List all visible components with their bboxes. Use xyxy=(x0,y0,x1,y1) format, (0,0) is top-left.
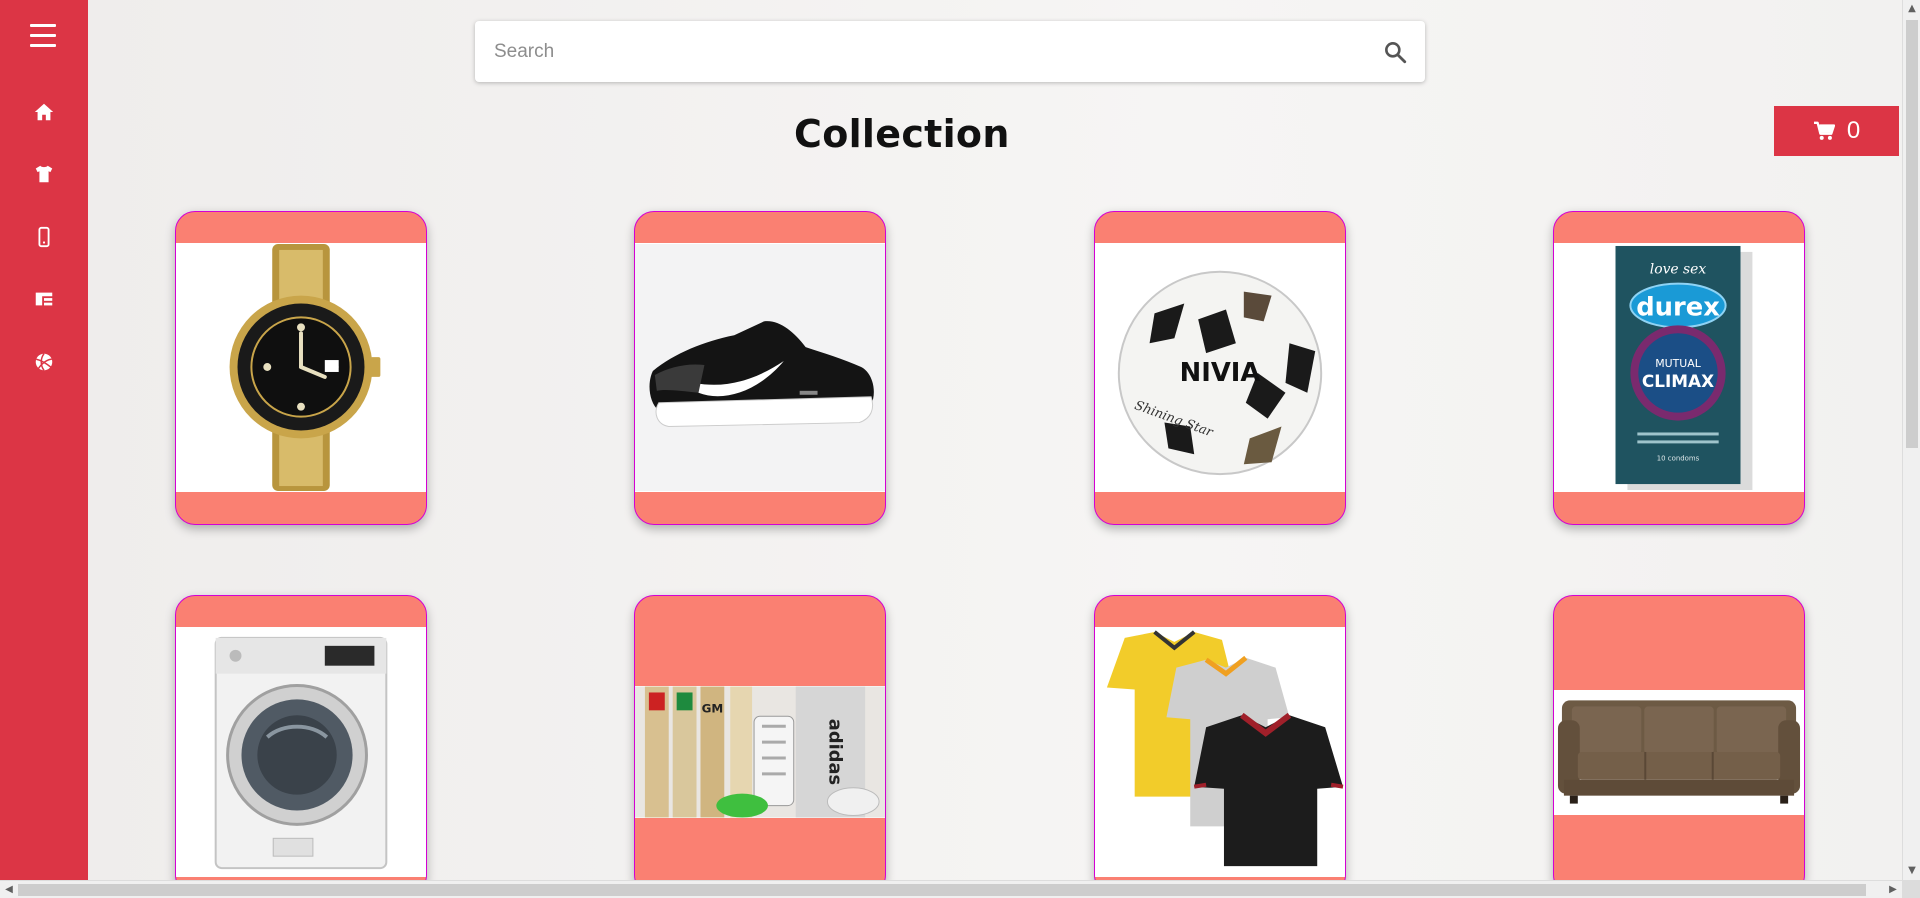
product-image-shoe xyxy=(635,243,885,492)
cricket-brand-label: adidas xyxy=(824,719,845,785)
sidebar-item-sports[interactable] xyxy=(0,340,88,384)
sidebar-item-appliances[interactable] xyxy=(0,277,88,321)
condom-count-label: 10 condoms xyxy=(1657,454,1700,462)
product-card-cricket-kit[interactable]: GM adidas xyxy=(634,595,886,880)
condom-top-label: love sex xyxy=(1650,262,1707,278)
horizontal-scrollbar-thumb[interactable] xyxy=(18,884,1866,896)
product-image-condom: love sex durex MUTUAL CLIMAX 10 condoms xyxy=(1554,243,1804,492)
product-card-watch[interactable] xyxy=(175,211,427,525)
scroll-left-icon[interactable]: ◀ xyxy=(0,881,18,898)
condom-line2-label: CLIMAX xyxy=(1642,371,1714,391)
main-content: Collection 0 xyxy=(88,0,1902,880)
vertical-scrollbar[interactable]: ▲ ▼ xyxy=(1902,0,1920,880)
condom-brand-label: durex xyxy=(1636,292,1720,322)
scroll-right-icon[interactable]: ▶ xyxy=(1884,881,1902,898)
menu-icon[interactable] xyxy=(27,24,59,50)
condom-line1-label: MUTUAL xyxy=(1655,357,1701,370)
search-button[interactable] xyxy=(1365,21,1425,82)
home-icon xyxy=(34,103,54,121)
football-brand-label: NIVIA xyxy=(1180,358,1261,388)
scroll-up-icon[interactable]: ▲ xyxy=(1903,0,1920,18)
mobile-icon xyxy=(38,226,50,248)
sidebar-item-mobiles[interactable] xyxy=(0,215,88,259)
horizontal-scrollbar[interactable]: ◀ ▶ xyxy=(0,880,1902,898)
product-card-sofa[interactable] xyxy=(1553,595,1805,880)
product-card-football[interactable]: NIVIA Shining Star xyxy=(1094,211,1346,525)
search-input[interactable] xyxy=(475,21,1365,82)
product-image-cricket-kit: GM adidas xyxy=(635,686,885,818)
tshirt-icon xyxy=(35,165,53,183)
product-card-polo-shirts[interactable] xyxy=(1094,595,1346,880)
product-image-football: NIVIA Shining Star xyxy=(1095,243,1345,492)
product-card-washing-machine[interactable] xyxy=(175,595,427,880)
sidebar-item-home[interactable] xyxy=(0,90,88,134)
product-image-watch xyxy=(176,243,426,492)
page-title: Collection xyxy=(794,112,1010,156)
scrollbar-corner xyxy=(1902,880,1920,898)
sidebar xyxy=(0,0,88,880)
search-icon xyxy=(1385,41,1407,63)
scroll-down-icon[interactable]: ▼ xyxy=(1903,862,1920,880)
vertical-scrollbar-thumb[interactable] xyxy=(1906,20,1918,448)
product-image-polo-shirts xyxy=(1095,627,1345,877)
cart-button[interactable]: 0 xyxy=(1774,106,1899,156)
product-card-condom[interactable]: love sex durex MUTUAL CLIMAX 10 condoms xyxy=(1553,211,1805,525)
search-bar xyxy=(475,21,1425,82)
product-card-shoe[interactable] xyxy=(634,211,886,525)
sidebar-item-clothing[interactable] xyxy=(0,152,88,196)
product-image-sofa xyxy=(1554,690,1804,815)
cricket-gm-label: GM xyxy=(702,701,724,715)
cart-icon xyxy=(1813,121,1835,140)
appliance-icon xyxy=(35,292,53,306)
sports-ball-icon xyxy=(35,353,53,371)
product-image-washing-machine xyxy=(176,627,426,877)
cart-count: 0 xyxy=(1846,117,1861,144)
